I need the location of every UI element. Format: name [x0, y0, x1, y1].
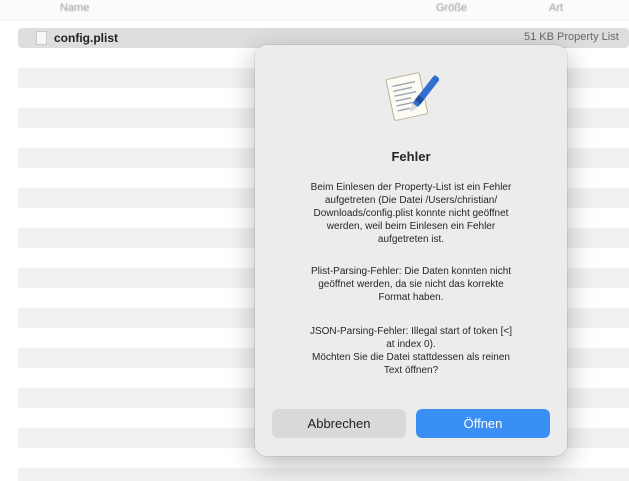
file-kind: Property List: [557, 31, 619, 43]
file-size: 51 KB: [524, 31, 554, 43]
error-alert-dialog: Fehler Beim Einlesen der Property-List i…: [255, 45, 567, 456]
dialog-message-json-error: JSON-Parsing-Fehler: Illegal start of to…: [309, 326, 513, 376]
cancel-button[interactable]: Abbrechen: [272, 409, 406, 438]
open-button[interactable]: Öffnen: [416, 409, 550, 438]
dialog-message-plist-error: Plist-Parsing-Fehler: Die Daten konnten …: [310, 266, 512, 303]
column-header: Name Größe Art: [0, 0, 629, 21]
document-icon: [36, 31, 47, 45]
column-kind-header[interactable]: Art: [549, 2, 563, 14]
finder-window: Name Größe Art config.plist 51 KB Proper…: [0, 0, 629, 481]
dialog-title: Fehler: [391, 149, 431, 164]
file-name: config.plist: [54, 31, 118, 45]
dialog-message-main: Beim Einlesen der Property-List ist ein …: [310, 182, 512, 245]
column-name-header[interactable]: Name: [60, 2, 89, 14]
empty-row: [18, 468, 629, 481]
property-list-editor-icon: [385, 72, 439, 121]
column-size-header[interactable]: Größe: [436, 2, 467, 14]
